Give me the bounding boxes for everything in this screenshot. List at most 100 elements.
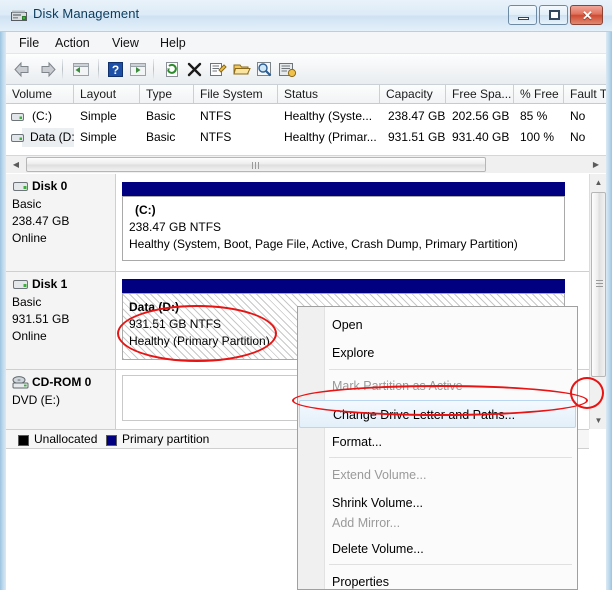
- disk-info-disk-1: Disk 1 Basic 931.51 GB Online: [6, 272, 116, 369]
- window-title: Disk Management: [33, 6, 139, 21]
- partition-size-fs: 931.51 GB NTFS: [129, 317, 221, 331]
- scroll-grip-icon: [596, 280, 603, 289]
- maximize-button[interactable]: [539, 5, 568, 25]
- menu-action[interactable]: Action: [48, 35, 97, 51]
- table-row[interactable]: Data (D:) Simple Basic NTFS Healthy (Pri…: [6, 127, 606, 148]
- volume-list-header: Volume Layout Type File System Status Ca…: [6, 85, 606, 104]
- column-header-capacity[interactable]: Capacity: [380, 85, 446, 103]
- disk-name: Disk 1: [32, 277, 67, 291]
- rescan-disks-icon[interactable]: [276, 59, 298, 80]
- column-header-percent-free[interactable]: % Free: [514, 85, 564, 103]
- menu-item-delete-volume[interactable]: Delete Volume...: [299, 535, 576, 563]
- column-header-layout[interactable]: Layout: [74, 85, 140, 103]
- disk-info-cdrom-0: CD-ROM 0 DVD (E:): [6, 370, 116, 429]
- toolbar-separator: [62, 59, 63, 79]
- menu-item-properties[interactable]: Properties: [299, 568, 576, 590]
- menu-item-change-drive-letter-and-paths[interactable]: Change Drive Letter and Paths...: [299, 400, 576, 428]
- column-header-type[interactable]: Type: [140, 85, 194, 103]
- partition-disk-0-c[interactable]: (C:) 238.47 GB NTFS Healthy (System, Boo…: [122, 196, 565, 261]
- vertical-scroll-thumb[interactable]: [591, 192, 606, 377]
- legend-label-unallocated: Unallocated: [34, 432, 97, 446]
- disk-management-icon: [11, 9, 28, 23]
- table-row[interactable]: (C:) Simple Basic NTFS Healthy (Syste...…: [6, 106, 606, 127]
- cell-status: Healthy (Syste...: [278, 106, 382, 127]
- disk-status: Online: [12, 329, 47, 343]
- legend-swatch-primary-partition: [106, 435, 117, 446]
- delete-icon[interactable]: [184, 59, 206, 80]
- scroll-up-arrow-icon[interactable]: ▲: [591, 175, 606, 190]
- partition-size-fs: 238.47 GB NTFS: [129, 220, 221, 234]
- menu-separator: [329, 564, 572, 565]
- window-border-right: [606, 0, 612, 590]
- vertical-scrollbar[interactable]: ▲ ▼: [589, 174, 606, 429]
- column-header-file-system[interactable]: File System: [194, 85, 278, 103]
- cell-percent-free: 85 %: [514, 106, 564, 127]
- disk-management-window: Disk Management ✕ File Action View Help: [0, 0, 612, 590]
- partition-label: (C:): [135, 203, 156, 217]
- cell-volume: Data (D:): [24, 127, 74, 148]
- toolbar: ?: [6, 54, 606, 85]
- menu-separator: [329, 457, 572, 458]
- disk-type: Basic: [12, 295, 41, 309]
- menu-help[interactable]: Help: [153, 35, 193, 51]
- column-header-volume[interactable]: Volume: [6, 85, 74, 103]
- title-bar[interactable]: Disk Management ✕: [0, 0, 612, 32]
- menu-item-format[interactable]: Format...: [299, 428, 576, 456]
- close-button[interactable]: ✕: [570, 5, 603, 25]
- legend-swatch-unallocated: [18, 435, 29, 446]
- disk-name: Disk 0: [32, 179, 67, 193]
- column-header-fault-tolerance[interactable]: Fault To: [564, 85, 606, 103]
- partition-health: Healthy (Primary Partition): [129, 334, 270, 348]
- scroll-grip-icon: [252, 162, 261, 169]
- menu-bar: File Action View Help: [6, 32, 606, 54]
- show-hide-tree-icon[interactable]: [127, 59, 149, 80]
- open-folder-icon[interactable]: [231, 59, 253, 80]
- cell-free-space: 931.40 GB: [446, 127, 514, 148]
- disk-capacity: 931.51 GB: [12, 312, 69, 326]
- minimize-icon: [518, 17, 529, 20]
- scroll-down-arrow-icon[interactable]: ▼: [591, 413, 606, 428]
- properties-icon[interactable]: [207, 59, 229, 80]
- help-icon[interactable]: ?: [105, 59, 127, 80]
- refresh-icon[interactable]: [161, 59, 183, 80]
- menu-item-mark-partition-as-active: Mark Partition as Active: [299, 372, 576, 400]
- partition-health: Healthy (System, Boot, Page File, Active…: [129, 237, 518, 251]
- cell-volume: (C:): [26, 106, 74, 127]
- menu-item-add-mirror: Add Mirror...: [299, 512, 576, 535]
- disk-type: Basic: [12, 197, 41, 211]
- forward-icon[interactable]: [36, 59, 58, 80]
- menu-file[interactable]: File: [12, 35, 46, 51]
- disk-icon: [13, 279, 30, 291]
- cell-percent-free: 100 %: [514, 127, 564, 148]
- toolbar-separator: [153, 59, 154, 79]
- search-icon[interactable]: [254, 59, 276, 80]
- disk-status: Online: [12, 231, 47, 245]
- disk-row-disk-0[interactable]: Disk 0 Basic 238.47 GB Online (C:) 238.4…: [6, 174, 589, 272]
- partition-label: Data (D:): [129, 300, 179, 314]
- up-one-level-icon[interactable]: [70, 59, 92, 80]
- close-icon: ✕: [571, 6, 604, 25]
- scroll-right-arrow-icon[interactable]: ▶: [588, 157, 604, 172]
- column-header-status[interactable]: Status: [278, 85, 380, 103]
- horizontal-scroll-thumb[interactable]: [26, 157, 486, 172]
- svg-text:?: ?: [112, 63, 119, 77]
- horizontal-scrollbar[interactable]: ◀ ▶: [6, 155, 606, 173]
- cell-file-system: NTFS: [194, 127, 278, 148]
- menu-item-open[interactable]: Open: [299, 311, 576, 339]
- minimize-button[interactable]: [508, 5, 537, 25]
- cell-fault-tolerance: No: [564, 127, 606, 148]
- menu-item-explore[interactable]: Explore: [299, 339, 576, 367]
- menu-view[interactable]: View: [105, 35, 146, 51]
- cell-file-system: NTFS: [194, 106, 278, 127]
- partition-color-bar: [122, 279, 565, 293]
- cell-layout: Simple: [74, 106, 140, 127]
- cell-capacity: 931.51 GB: [382, 127, 446, 148]
- menu-item-extend-volume: Extend Volume...: [299, 461, 576, 489]
- legend-label-primary-partition: Primary partition: [122, 432, 209, 446]
- back-icon[interactable]: [12, 59, 34, 80]
- cell-fault-tolerance: No: [564, 106, 606, 127]
- cell-type: Basic: [140, 106, 194, 127]
- volume-icon: [11, 132, 25, 143]
- scroll-left-arrow-icon[interactable]: ◀: [8, 157, 24, 172]
- column-header-free-space[interactable]: Free Spa...: [446, 85, 514, 103]
